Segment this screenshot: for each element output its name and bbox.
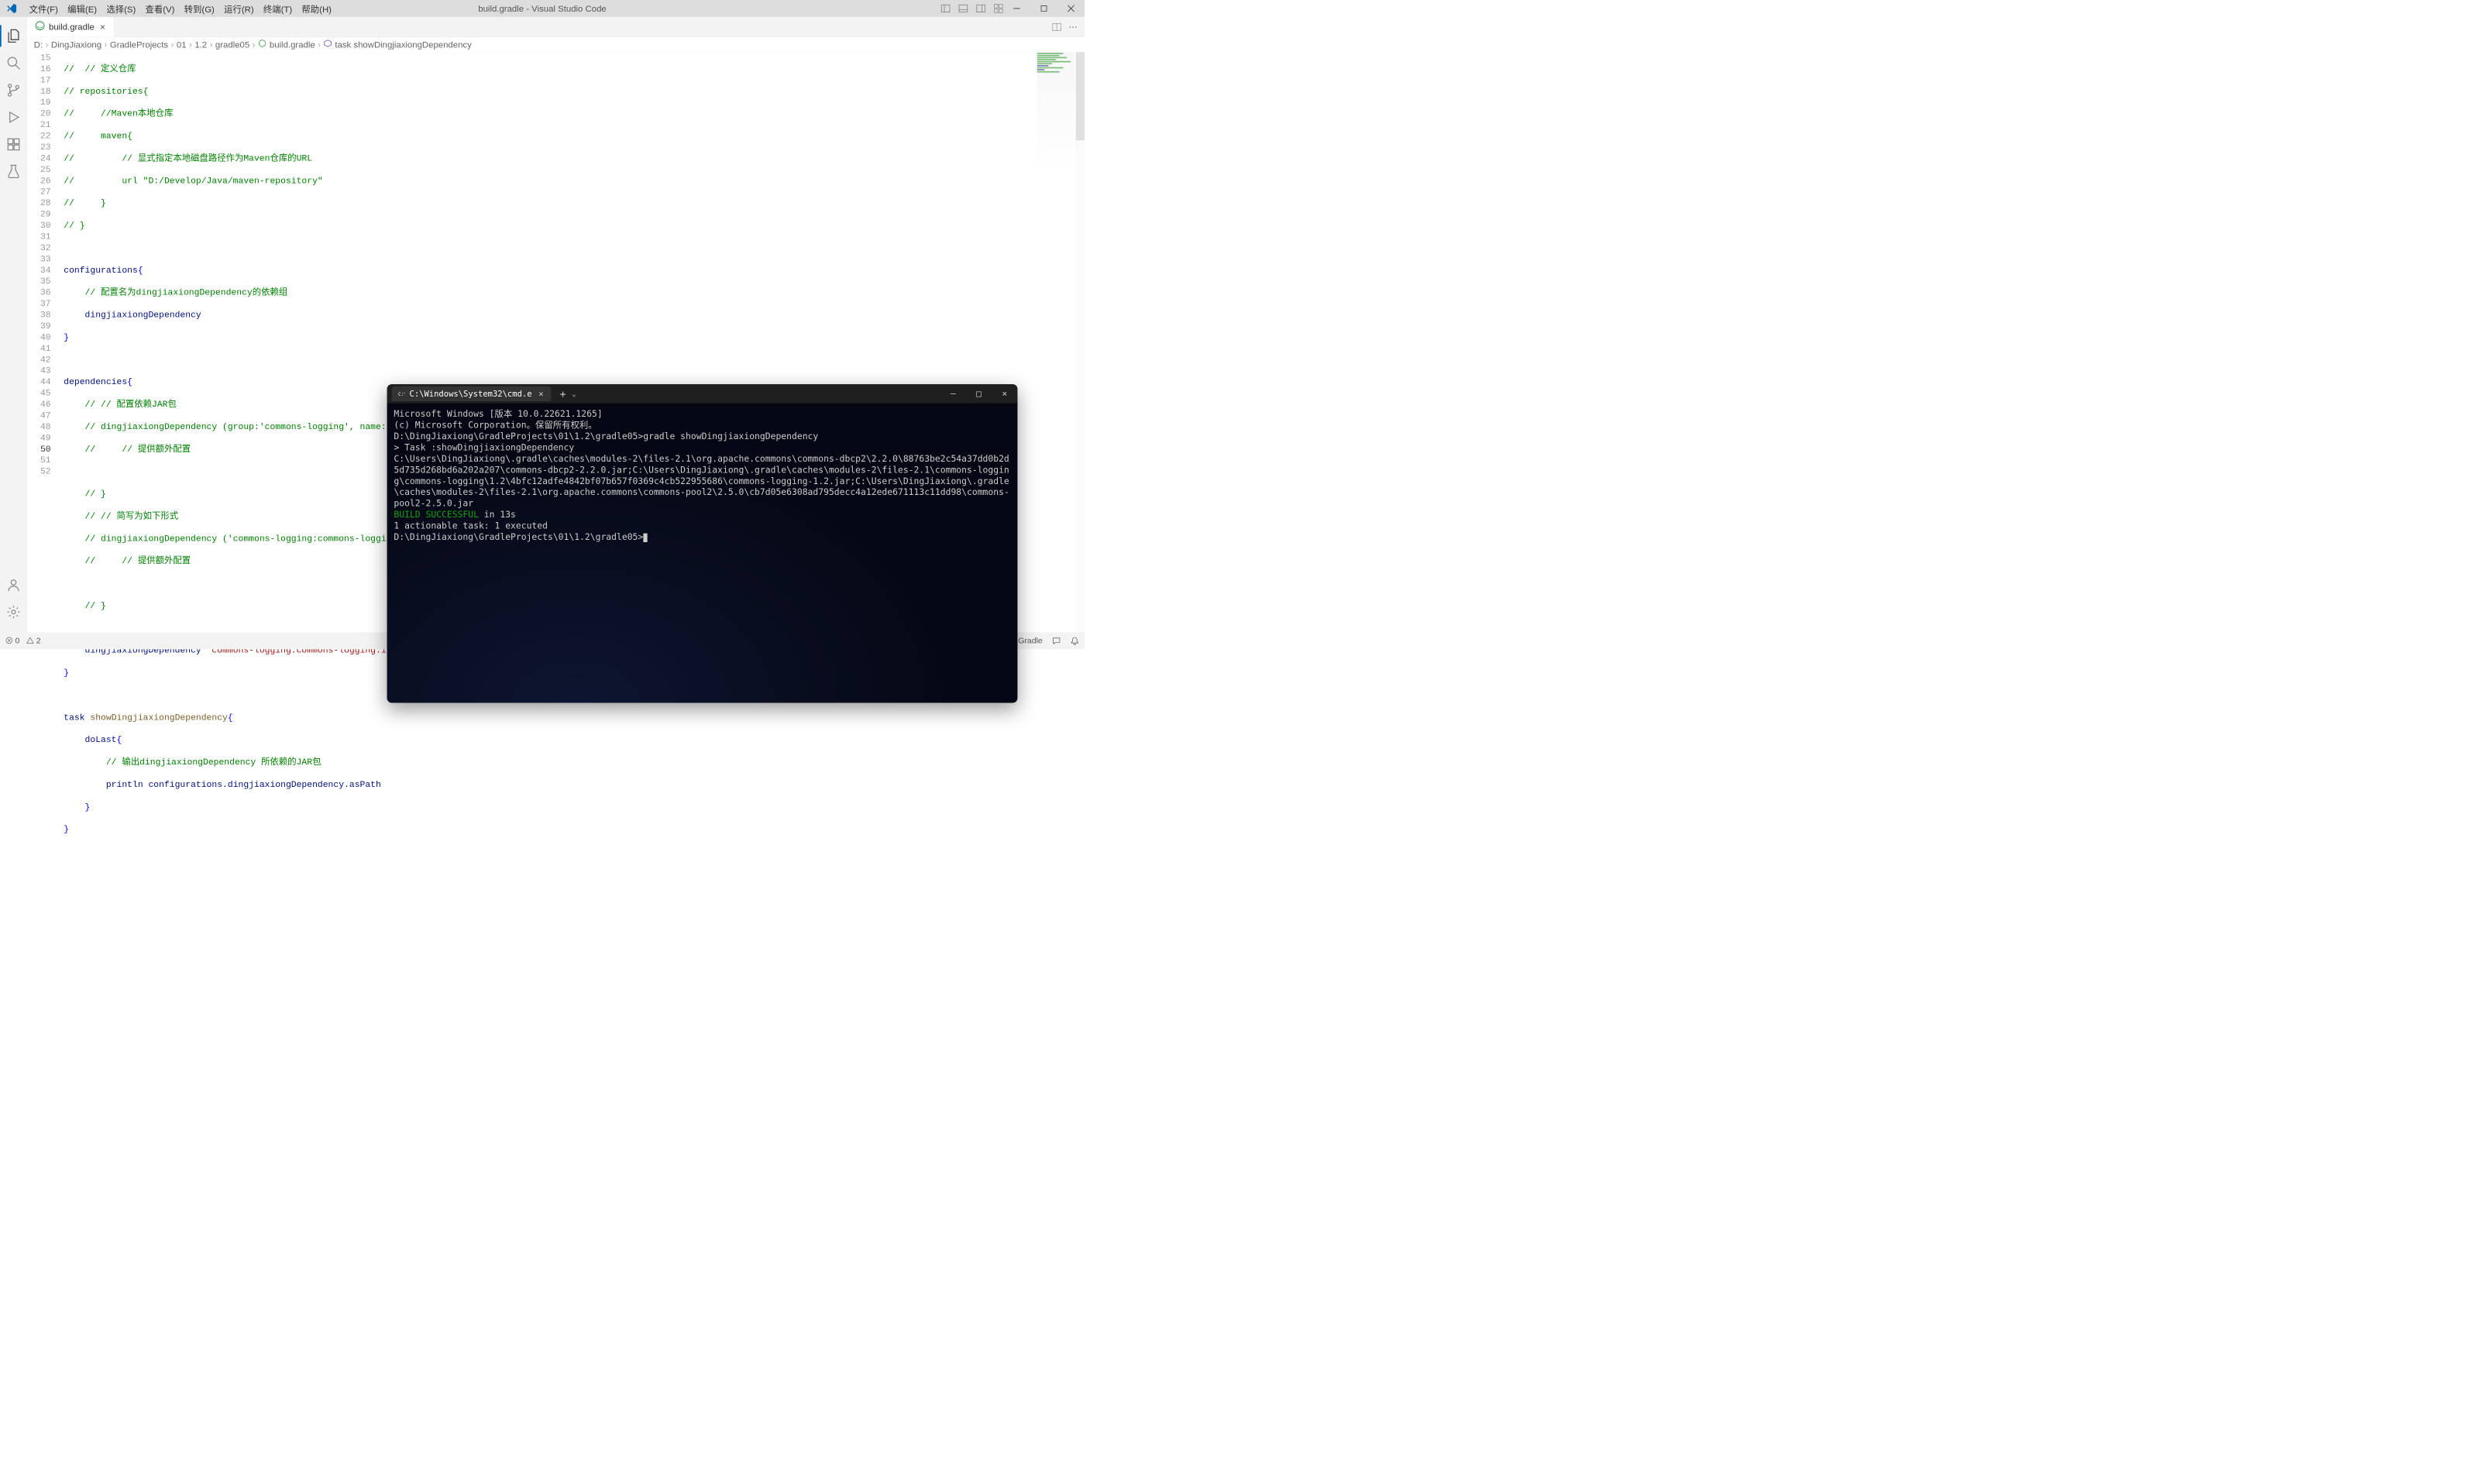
menu-edit[interactable]: 编辑(E) bbox=[63, 0, 101, 16]
account-icon bbox=[6, 578, 21, 593]
activity-scm[interactable] bbox=[0, 77, 27, 104]
terminal-maximize[interactable]: □ bbox=[966, 384, 992, 404]
play-icon bbox=[6, 110, 21, 125]
menu-help[interactable]: 帮助(H) bbox=[297, 0, 336, 16]
feedback-icon[interactable] bbox=[1052, 637, 1061, 645]
crumb-3[interactable]: 01 bbox=[177, 40, 187, 50]
maximize-button[interactable] bbox=[1030, 0, 1057, 17]
bell-icon[interactable] bbox=[1071, 637, 1079, 645]
files-icon bbox=[6, 29, 21, 43]
crumb-5[interactable]: gradle05 bbox=[215, 40, 249, 50]
gear-icon bbox=[6, 605, 21, 620]
toggle-panel-bottom-icon[interactable] bbox=[958, 4, 968, 13]
activity-settings[interactable] bbox=[0, 599, 27, 626]
activity-account[interactable] bbox=[0, 572, 27, 599]
menu-bar: 文件(F) 编辑(E) 选择(S) 查看(V) 转到(G) 运行(R) 终端(T… bbox=[25, 0, 337, 16]
gradle-file-icon bbox=[36, 21, 45, 33]
customize-layout-icon[interactable] bbox=[994, 4, 1003, 13]
line-number-gutter: 1516171819202122232425262728293031323334… bbox=[27, 52, 61, 632]
terminal-new-tab[interactable]: + bbox=[554, 388, 572, 400]
tab-filename: build.gradle bbox=[49, 22, 95, 33]
tab-build-gradle[interactable]: build.gradle × bbox=[27, 17, 114, 37]
terminal-minimize[interactable]: — bbox=[940, 384, 966, 404]
window-title: build.gradle - Visual Studio Code bbox=[478, 3, 606, 14]
menu-file[interactable]: 文件(F) bbox=[25, 0, 64, 16]
window-controls bbox=[1003, 0, 1085, 17]
menu-selection[interactable]: 选择(S) bbox=[101, 0, 140, 16]
crumb-7[interactable]: task showDingjiaxiongDependency bbox=[323, 39, 471, 50]
crumb-6[interactable]: build.gradle bbox=[258, 39, 315, 50]
activity-testing[interactable] bbox=[0, 158, 27, 185]
more-actions-icon[interactable] bbox=[1068, 22, 1078, 32]
status-problems[interactable]: 0 2 bbox=[5, 636, 41, 645]
split-editor-icon[interactable] bbox=[1052, 22, 1061, 32]
menu-go[interactable]: 转到(G) bbox=[180, 0, 219, 16]
crumb-0[interactable]: D: bbox=[34, 40, 43, 50]
menu-run[interactable]: 运行(R) bbox=[219, 0, 259, 16]
crumb-1[interactable]: DingJiaxiong bbox=[51, 40, 101, 50]
activity-extensions[interactable] bbox=[0, 131, 27, 158]
beaker-icon bbox=[6, 164, 21, 179]
vscode-logo-icon bbox=[5, 2, 18, 15]
gradle-file-icon bbox=[258, 39, 266, 50]
search-icon bbox=[6, 56, 21, 70]
minimap[interactable] bbox=[1037, 52, 1074, 170]
crumb-2[interactable]: GradleProjects bbox=[110, 40, 168, 50]
terminal-dropdown-icon[interactable]: ⌄ bbox=[572, 390, 576, 398]
extensions-icon bbox=[6, 137, 21, 152]
terminal-tab[interactable]: C:\ C:\Windows\System32\cmd.e × bbox=[392, 386, 551, 401]
titlebar: 文件(F) 编辑(E) 选择(S) 查看(V) 转到(G) 运行(R) 终端(T… bbox=[0, 0, 1085, 17]
breadcrumb[interactable]: D:› DingJiaxiong› GradleProjects› 01› 1.… bbox=[27, 37, 1085, 52]
cmd-icon: C:\ bbox=[397, 390, 405, 398]
activity-bar bbox=[0, 17, 27, 633]
activity-search[interactable] bbox=[0, 50, 27, 77]
symbol-method-icon bbox=[323, 39, 332, 50]
terminal-tab-close-icon[interactable]: × bbox=[537, 389, 546, 398]
terminal-close[interactable]: × bbox=[992, 384, 1017, 404]
crumb-4[interactable]: 1.2 bbox=[194, 40, 207, 50]
toggle-panel-right-icon[interactable] bbox=[976, 4, 985, 13]
minimize-button[interactable] bbox=[1003, 0, 1030, 17]
tab-bar: build.gradle × bbox=[27, 17, 1085, 37]
terminal-cursor bbox=[643, 534, 647, 542]
scrollbar-thumb[interactable] bbox=[1076, 52, 1085, 140]
menu-view[interactable]: 查看(V) bbox=[140, 0, 179, 16]
terminal-titlebar: C:\ C:\Windows\System32\cmd.e × + ⌄ — □ … bbox=[387, 384, 1018, 404]
activity-explorer[interactable] bbox=[0, 22, 27, 50]
tab-close-icon[interactable]: × bbox=[98, 22, 107, 33]
menu-terminal[interactable]: 终端(T) bbox=[259, 0, 297, 16]
terminal-tab-title: C:\Windows\System32\cmd.e bbox=[410, 389, 532, 398]
branch-icon bbox=[6, 83, 21, 98]
terminal-window: C:\ C:\Windows\System32\cmd.e × + ⌄ — □ … bbox=[387, 384, 1018, 702]
activity-run[interactable] bbox=[0, 104, 27, 131]
toggle-panel-left-icon[interactable] bbox=[941, 4, 951, 13]
layout-controls bbox=[941, 4, 1004, 13]
status-language[interactable]: Gradle bbox=[1018, 636, 1043, 645]
close-button[interactable] bbox=[1057, 0, 1085, 17]
svg-text:C:\: C:\ bbox=[398, 392, 404, 397]
terminal-body[interactable]: Microsoft Windows [版本 10.0.22621.1265] (… bbox=[387, 404, 1018, 703]
vertical-scrollbar[interactable] bbox=[1076, 52, 1085, 632]
